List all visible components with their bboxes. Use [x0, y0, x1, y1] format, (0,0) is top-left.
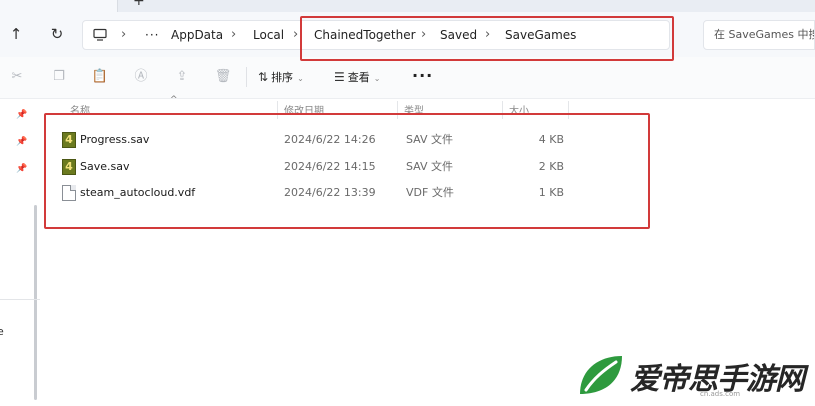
more-locations-icon[interactable]: ···	[145, 21, 159, 49]
watermark-url: cn.ads.com	[700, 390, 741, 398]
breadcrumb-local[interactable]: Local	[253, 21, 284, 49]
highlight-box-files	[44, 113, 650, 229]
tab-strip: +	[0, 0, 815, 12]
sort-ascending-icon: ^	[170, 95, 178, 105]
copy-icon[interactable]: ❐	[50, 68, 68, 86]
pin-icon[interactable]: 📌	[16, 110, 28, 122]
active-tab[interactable]	[0, 0, 118, 12]
command-toolbar: ✂ ❐ 📋 Ⓐ ⇪ 🗑 ⇅ 排序 ⌄ ☰ 查看 ⌄ ···	[0, 57, 815, 99]
pin-icon[interactable]: 📌	[16, 137, 28, 149]
search-input[interactable]: 在 SaveGames 中搜索	[703, 20, 815, 50]
monitor-icon	[93, 28, 107, 41]
rename-icon[interactable]: Ⓐ	[132, 68, 150, 86]
pin-icon[interactable]: 📌	[16, 164, 28, 176]
paste-icon[interactable]: 📋	[91, 68, 109, 86]
navpane-item-label[interactable]: e	[0, 325, 4, 338]
sort-button[interactable]: ⇅ 排序 ⌄	[258, 67, 304, 87]
navpane-divider	[0, 299, 40, 300]
refresh-icon[interactable]: ↻	[46, 23, 68, 45]
chevron-down-icon: ⌄	[297, 74, 304, 83]
sort-label: 排序	[271, 71, 294, 84]
navigation-pane: 📌 📌 📌 e	[0, 99, 40, 406]
sort-icon: ⇅	[258, 70, 269, 84]
cut-icon[interactable]: ✂	[8, 68, 26, 86]
view-label: 查看	[347, 71, 370, 84]
new-tab-button[interactable]: +	[133, 0, 145, 8]
chevron-right-icon[interactable]: ›	[231, 21, 236, 49]
share-icon[interactable]: ⇪	[173, 68, 191, 86]
chevron-down-icon: ⌄	[373, 74, 381, 83]
highlight-box-path	[300, 16, 674, 61]
navpane-scrollbar[interactable]	[34, 205, 37, 400]
view-button[interactable]: ☰ 查看 ⌄	[334, 67, 380, 87]
toolbar-divider	[246, 67, 247, 87]
more-options-button[interactable]: ···	[412, 66, 433, 85]
chevron-right-icon[interactable]: ›	[121, 21, 126, 49]
delete-icon[interactable]: 🗑	[214, 68, 232, 86]
breadcrumb-appdata[interactable]: AppData	[171, 21, 223, 49]
chevron-right-icon[interactable]: ›	[293, 21, 298, 49]
view-icon: ☰	[334, 70, 345, 84]
up-arrow-icon[interactable]: ↑	[5, 23, 27, 45]
leaf-logo-icon	[580, 356, 622, 394]
